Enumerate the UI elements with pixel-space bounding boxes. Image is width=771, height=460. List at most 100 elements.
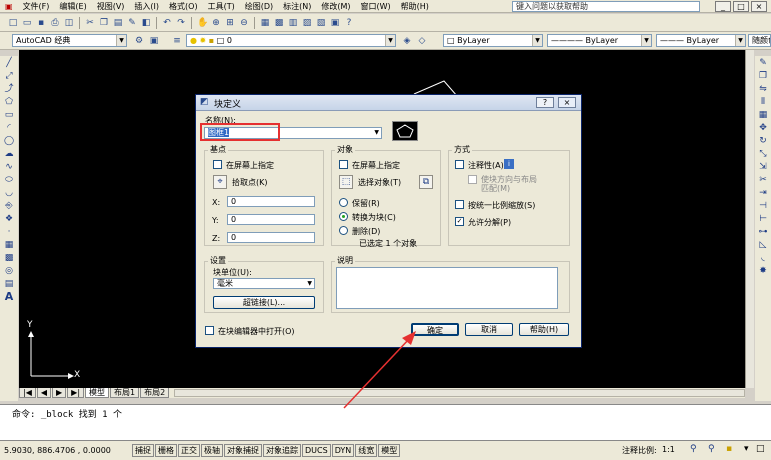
linetype-combo[interactable]: ———— ByLayer ▼: [547, 34, 652, 47]
properties-icon[interactable]: ▦: [259, 17, 271, 29]
select-objects-icon[interactable]: ⬚: [339, 175, 353, 189]
model-toggle[interactable]: 模型: [378, 444, 401, 457]
zoom-realtime-icon[interactable]: ⊕: [210, 17, 222, 29]
menu-insert[interactable]: 插入(I): [129, 0, 164, 13]
polygon-icon[interactable]: ⬠: [2, 96, 16, 108]
circle-icon[interactable]: ◯: [2, 135, 16, 147]
pick-point-label[interactable]: 拾取点(K): [232, 177, 268, 188]
markup-icon[interactable]: ▧: [315, 17, 327, 29]
ellipse-icon[interactable]: ⬭: [2, 174, 16, 186]
calculator-icon[interactable]: ▣: [329, 17, 341, 29]
menu-file[interactable]: 文件(F): [18, 0, 55, 13]
quick-select-icon[interactable]: ⧉: [419, 175, 433, 189]
paste-icon[interactable]: ▤: [112, 17, 124, 29]
tab-layout2[interactable]: 布局2: [140, 388, 170, 398]
snap-toggle[interactable]: 捕捉: [132, 444, 154, 457]
rectangle-icon[interactable]: ▭: [2, 109, 16, 121]
layer-previous-icon[interactable]: ◇: [416, 35, 428, 47]
allow-explode-checkbox[interactable]: ✓: [455, 217, 464, 226]
grid-toggle[interactable]: 栅格: [155, 444, 177, 457]
insert-block-icon[interactable]: ⎆: [2, 200, 16, 212]
objects-onscreen-checkbox[interactable]: [339, 160, 348, 169]
tab-model[interactable]: 模型: [85, 388, 110, 398]
mirror-icon[interactable]: ⇋: [756, 83, 770, 95]
revision-cloud-icon[interactable]: ☁: [2, 148, 16, 160]
help-button[interactable]: ?: [536, 97, 554, 108]
array-icon[interactable]: ▦: [756, 109, 770, 121]
lock-icon[interactable]: ▪: [726, 444, 732, 454]
copy-icon[interactable]: ❐: [98, 17, 110, 29]
menu-edit[interactable]: 编辑(E): [54, 0, 91, 13]
new-icon[interactable]: □: [7, 17, 19, 29]
menu-dimension[interactable]: 标注(N): [278, 0, 316, 13]
menu-view[interactable]: 视图(V): [92, 0, 130, 13]
x-input[interactable]: 0: [227, 196, 315, 207]
tool-palettes-icon[interactable]: ▥: [287, 17, 299, 29]
tab-nav-prev[interactable]: ◀: [36, 388, 52, 398]
annotation-visibility-icon[interactable]: ⚲: [690, 444, 697, 454]
help-icon[interactable]: ?: [343, 17, 355, 29]
hyperlink-button[interactable]: 超链接(L)...: [213, 296, 315, 309]
info-icon[interactable]: i: [504, 159, 514, 169]
design-center-icon[interactable]: ▩: [273, 17, 285, 29]
point-icon[interactable]: ·: [2, 226, 16, 238]
mtext-icon[interactable]: A: [2, 291, 16, 303]
basepoint-onscreen-checkbox[interactable]: [213, 160, 222, 169]
match-properties-icon[interactable]: ✎: [126, 17, 138, 29]
tab-layout1[interactable]: 布局1: [110, 388, 140, 398]
layer-current-icon[interactable]: ◈: [401, 35, 413, 47]
cut-icon[interactable]: ✂: [84, 17, 96, 29]
tray-settings-icon[interactable]: ▾: [744, 444, 749, 454]
polar-toggle[interactable]: 极轴: [201, 444, 223, 457]
annotation-scale-value[interactable]: 1:1: [662, 445, 675, 454]
tab-nav-next[interactable]: ▶: [52, 388, 67, 398]
help-dialog-button[interactable]: 帮助(H): [519, 323, 569, 336]
close-button[interactable]: ×: [751, 1, 767, 12]
break-icon[interactable]: ⊢: [756, 213, 770, 225]
scale-uniformly-checkbox[interactable]: [455, 200, 464, 209]
block-unit-select[interactable]: 毫米 ▼: [213, 278, 315, 289]
minimize-button[interactable]: _: [715, 1, 731, 12]
description-textarea[interactable]: [336, 267, 558, 309]
vertical-scrollbar[interactable]: [745, 50, 754, 388]
osnap-toggle[interactable]: 对象捕捉: [224, 444, 262, 457]
clean-screen-icon[interactable]: □: [756, 444, 765, 454]
retain-radio[interactable]: [339, 198, 348, 207]
tab-nav-last[interactable]: ▶|: [67, 388, 85, 398]
menu-window[interactable]: 窗口(W): [356, 0, 396, 13]
gradient-icon[interactable]: ▩: [2, 252, 16, 264]
horizontal-scrollbar[interactable]: [174, 389, 745, 397]
table-icon[interactable]: ▤: [2, 278, 16, 290]
redo-icon[interactable]: ↷: [175, 17, 187, 29]
workspace-combo[interactable]: AutoCAD 经典 ▼: [12, 34, 127, 47]
line-icon[interactable]: ╱: [2, 57, 16, 69]
arc-icon[interactable]: ◜: [2, 122, 16, 134]
print-icon[interactable]: ⎙: [49, 17, 61, 29]
delete-radio[interactable]: [339, 226, 348, 235]
otrack-toggle[interactable]: 对象追踪: [263, 444, 301, 457]
region-icon[interactable]: ◎: [2, 265, 16, 277]
move-icon[interactable]: ✥: [756, 122, 770, 134]
restore-button[interactable]: □: [733, 1, 749, 12]
app-icon[interactable]: ▣: [0, 0, 18, 13]
ducs-toggle[interactable]: DUCS: [302, 444, 331, 457]
block-editor-icon[interactable]: ◧: [140, 17, 152, 29]
tab-nav-first[interactable]: |◀: [19, 388, 36, 398]
menu-modify[interactable]: 修改(M): [316, 0, 355, 13]
workspace-icon[interactable]: ▣: [148, 35, 160, 47]
plotstyle-combo[interactable]: 随颜色: [748, 34, 771, 47]
layer-manager-icon[interactable]: ≡: [171, 35, 183, 47]
pan-icon[interactable]: ✋: [196, 17, 208, 29]
erase-icon[interactable]: ✎: [756, 57, 770, 69]
save-icon[interactable]: ▪: [35, 17, 47, 29]
ortho-toggle[interactable]: 正交: [178, 444, 200, 457]
help-search-input[interactable]: 键入问题以获取帮助: [512, 1, 700, 12]
stretch-icon[interactable]: ⇲: [756, 161, 770, 173]
construction-line-icon[interactable]: ⤢: [2, 70, 16, 82]
close-dialog-button[interactable]: ×: [558, 97, 576, 108]
polyline-icon[interactable]: ⤴: [2, 83, 16, 95]
y-input[interactable]: 0: [227, 214, 315, 225]
rotate-icon[interactable]: ↻: [756, 135, 770, 147]
ok-button[interactable]: 确定: [411, 323, 459, 336]
lineweight-toggle[interactable]: 线宽: [355, 444, 378, 457]
